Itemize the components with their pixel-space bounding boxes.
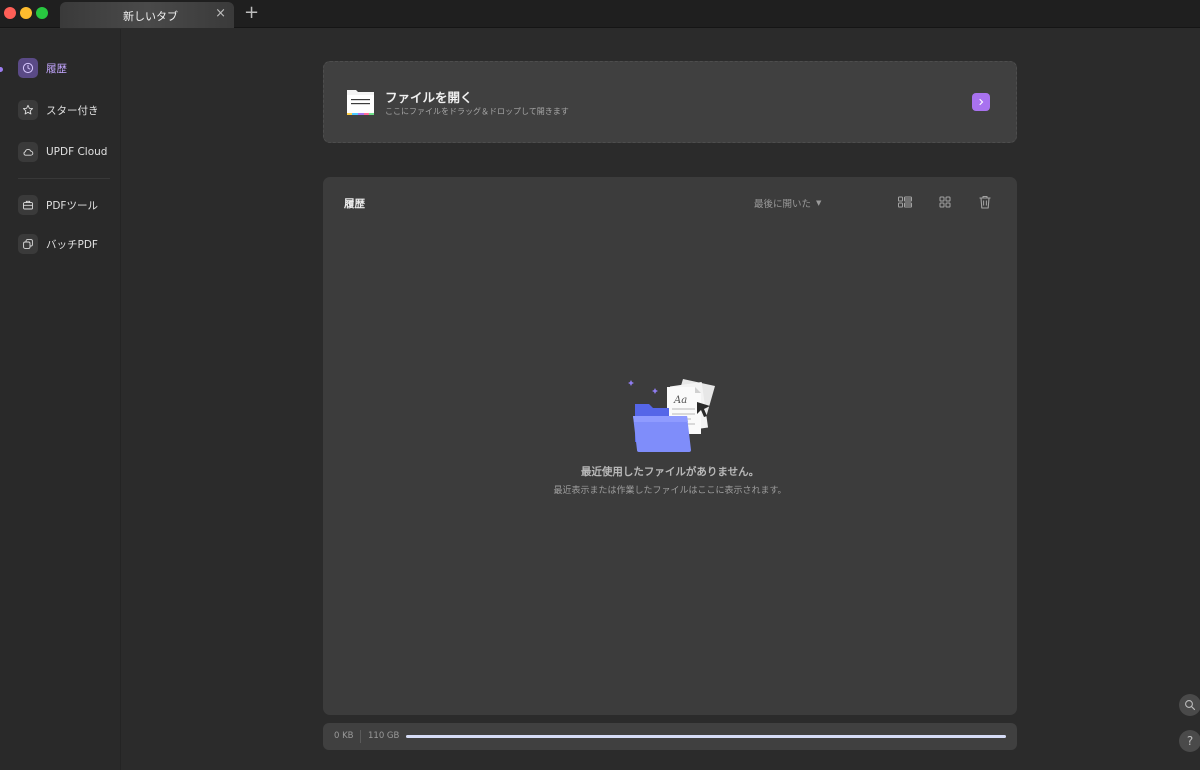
tab-close-icon[interactable]: × <box>215 6 226 22</box>
sidebar-item-label: 履歴 <box>46 62 67 75</box>
storage-bar: 0 KB 110 GB <box>323 723 1017 750</box>
open-file-subtitle: ここにファイルをドラッグ＆ドロップして開きます <box>385 107 569 116</box>
help-button[interactable]: ? <box>1179 730 1200 752</box>
svg-text:Aa: Aa <box>673 395 687 406</box>
title-bar: 新しいタブ × + <box>0 0 1200 28</box>
window-minimize-button[interactable] <box>20 7 32 19</box>
sidebar-item-history[interactable]: 履歴 <box>18 57 118 79</box>
toolbox-icon <box>18 195 38 215</box>
storage-total: 110 GB <box>368 731 400 741</box>
search-button[interactable] <box>1179 694 1200 716</box>
clock-icon <box>18 58 38 78</box>
batch-icon <box>18 234 38 254</box>
star-icon <box>18 100 38 120</box>
open-file-button[interactable] <box>972 93 990 111</box>
history-title: 履歴 <box>344 198 365 210</box>
empty-state-subtitle: 最近表示または作業したファイルはここに表示されます。 <box>553 486 787 496</box>
search-icon <box>1185 700 1196 711</box>
window-maximize-button[interactable] <box>36 7 48 19</box>
sidebar-item-starred[interactable]: スター付き <box>18 99 118 121</box>
window-close-button[interactable] <box>4 7 16 19</box>
delete-button[interactable] <box>976 193 994 211</box>
new-tab-button[interactable]: + <box>244 3 259 23</box>
storage-progress-fill <box>406 735 1006 738</box>
open-file-title: ファイルを開く <box>385 90 473 105</box>
list-view-icon <box>898 196 912 208</box>
sidebar-item-label: バッチPDF <box>46 238 98 251</box>
caret-down-icon: ▼ <box>816 199 822 207</box>
tab-new-tab[interactable]: 新しいタブ × <box>60 2 234 28</box>
trash-icon <box>979 195 991 209</box>
grid-view-icon <box>939 196 951 208</box>
sort-label: 最後に開いた <box>754 199 812 210</box>
sidebar-item-label: スター付き <box>46 104 99 117</box>
sidebar-item-pdf-tools[interactable]: PDFツール <box>18 194 118 216</box>
help-icon: ? <box>1186 734 1194 748</box>
history-panel: 履歴 最後に開いた ▼ Aa 最近使用したファイルがありません。 最近表示または… <box>323 177 1017 715</box>
list-view-button[interactable] <box>896 193 914 211</box>
storage-used: 0 KB <box>334 731 354 741</box>
folder-open-icon <box>347 90 374 115</box>
cloud-icon <box>18 142 38 162</box>
sidebar-item-label: UPDF Cloud <box>46 146 108 158</box>
grid-view-button[interactable] <box>936 193 954 211</box>
empty-state-title: 最近使用したファイルがありません。 <box>580 466 760 478</box>
sort-dropdown[interactable]: 最後に開いた ▼ <box>754 196 821 210</box>
chevron-right-icon <box>979 98 984 106</box>
storage-separator <box>360 730 361 743</box>
sidebar-divider <box>18 178 110 179</box>
storage-progress-track <box>406 735 1006 738</box>
sidebar-item-updf-cloud[interactable]: UPDF Cloud <box>18 141 118 163</box>
tab-label: 新しいタブ <box>123 10 178 23</box>
open-file-dropzone[interactable]: ファイルを開く ここにファイルをドラッグ＆ドロップして開きます <box>323 61 1017 143</box>
active-indicator <box>0 67 3 72</box>
sidebar: 履歴 スター付き UPDF Cloud PDFツール バッチPDF <box>0 29 121 770</box>
sidebar-item-batch-pdf[interactable]: バッチPDF <box>18 233 118 255</box>
empty-folder-illustration-icon: Aa <box>628 379 715 452</box>
sidebar-item-label: PDFツール <box>46 199 98 212</box>
